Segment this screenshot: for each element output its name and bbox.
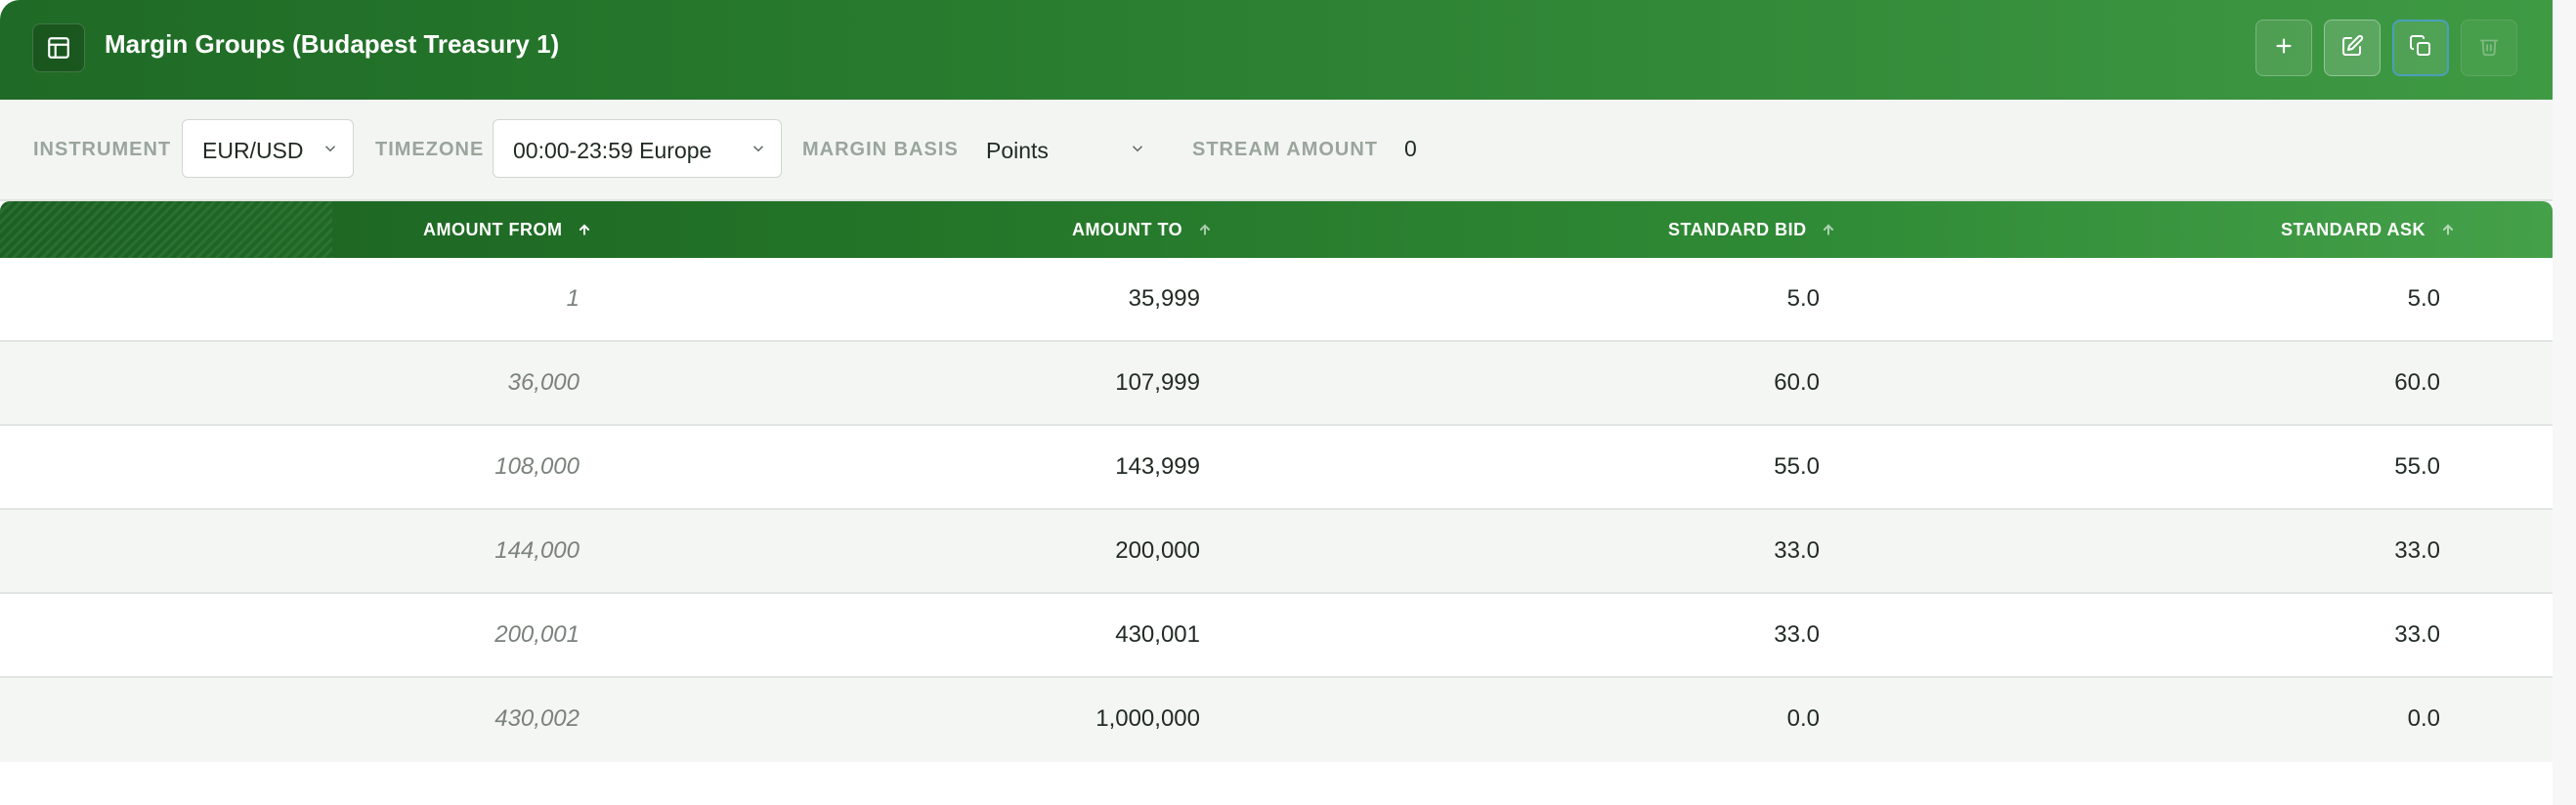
- add-button[interactable]: [2255, 20, 2312, 76]
- plus-icon: [2273, 35, 2295, 62]
- cell-standard-ask: 0.0: [2407, 705, 2440, 732]
- table-row[interactable]: 36,000 107,999 60.0 60.0: [0, 342, 2553, 426]
- cell-standard-ask: 55.0: [2394, 453, 2440, 480]
- header-texture: [0, 201, 332, 258]
- column-header-label: STANDARD ASK: [2281, 220, 2426, 239]
- instrument-select[interactable]: EUR/USD: [182, 119, 354, 178]
- instrument-value: EUR/USD: [202, 138, 304, 163]
- stream-amount-label: STREAM AMOUNT: [1192, 139, 1379, 160]
- table-row[interactable]: 200,001 430,001 33.0 33.0: [0, 594, 2553, 678]
- column-header-amount-from[interactable]: AMOUNT FROM: [423, 220, 591, 241]
- instrument-label: INSTRUMENT: [33, 139, 172, 160]
- timezone-select[interactable]: 00:00-23:59 Europe: [493, 119, 782, 178]
- chevron-down-icon: [322, 140, 339, 162]
- stream-amount-value: 0: [1404, 136, 1417, 161]
- cell-amount-to: 143,999: [1115, 453, 1200, 480]
- copy-icon: [2409, 34, 2432, 63]
- column-header-standard-ask[interactable]: STANDARD ASK: [2281, 220, 2455, 241]
- margin-basis-label: MARGIN BASIS: [802, 139, 959, 160]
- trash-icon: [2478, 35, 2500, 62]
- cell-amount-to: 1,000,000: [1095, 705, 1200, 732]
- table-row[interactable]: 1 35,999 5.0 5.0: [0, 258, 2553, 342]
- cell-standard-ask: 5.0: [2407, 285, 2440, 312]
- duplicate-button[interactable]: [2392, 20, 2449, 76]
- chevron-down-icon: [1129, 140, 1146, 162]
- filter-bar: INSTRUMENT EUR/USD TIMEZONE 00:00-23:59 …: [0, 100, 2553, 201]
- sort-arrow-up-icon: [1198, 221, 1212, 241]
- cell-standard-ask: 33.0: [2394, 537, 2440, 564]
- column-header-label: AMOUNT FROM: [423, 220, 563, 239]
- cell-standard-bid: 5.0: [1786, 285, 1820, 312]
- column-header-label: AMOUNT TO: [1072, 220, 1183, 239]
- panel-title: Margin Groups (Budapest Treasury 1): [105, 29, 560, 59]
- timezone-value: 00:00-23:59 Europe: [513, 138, 712, 163]
- cell-standard-bid: 55.0: [1774, 453, 1820, 480]
- edit-button[interactable]: [2324, 20, 2381, 76]
- column-header-amount-to[interactable]: AMOUNT TO: [1072, 220, 1212, 241]
- cell-amount-to: 107,999: [1115, 369, 1200, 396]
- table-row[interactable]: 144,000 200,000 33.0 33.0: [0, 510, 2553, 594]
- window-gutter: [2553, 0, 2576, 805]
- column-header-standard-bid[interactable]: STANDARD BID: [1668, 220, 1835, 241]
- delete-button[interactable]: [2461, 20, 2517, 76]
- cell-amount-to: 430,001: [1115, 621, 1200, 648]
- cell-amount-from: 108,000: [494, 453, 580, 480]
- margin-basis-select[interactable]: Points: [966, 119, 1161, 178]
- cell-standard-bid: 33.0: [1774, 537, 1820, 564]
- cell-amount-from: 1: [566, 285, 580, 312]
- cell-amount-from: 144,000: [494, 537, 580, 564]
- chevron-down-icon: [750, 140, 767, 162]
- cell-standard-bid: 33.0: [1774, 621, 1820, 648]
- margin-groups-panel: Margin Groups (Budapest Treasury 1) INST…: [0, 0, 2553, 805]
- cell-amount-to: 35,999: [1128, 285, 1200, 312]
- cell-amount-from: 200,001: [494, 621, 580, 648]
- cell-standard-ask: 60.0: [2394, 369, 2440, 396]
- table-row[interactable]: 108,000 143,999 55.0 55.0: [0, 426, 2553, 510]
- column-header-label: STANDARD BID: [1668, 220, 1807, 239]
- sort-arrow-up-icon: [2441, 221, 2455, 241]
- edit-icon: [2340, 34, 2364, 63]
- timezone-label: TIMEZONE: [375, 139, 485, 160]
- cell-standard-bid: 0.0: [1786, 705, 1820, 732]
- sort-arrow-up-icon: [1822, 221, 1835, 241]
- sort-arrow-up-icon: [578, 221, 591, 241]
- cell-standard-ask: 33.0: [2394, 621, 2440, 648]
- cell-amount-from: 36,000: [507, 369, 580, 396]
- panel-header: Margin Groups (Budapest Treasury 1): [0, 0, 2553, 100]
- cell-amount-to: 200,000: [1115, 537, 1200, 564]
- cell-standard-bid: 60.0: [1774, 369, 1820, 396]
- table-header: AMOUNT FROM AMOUNT TO STANDARD BID STAND…: [0, 201, 2553, 258]
- margin-basis-value: Points: [986, 138, 1049, 163]
- table-row[interactable]: 430,002 1,000,000 0.0 0.0: [0, 678, 2553, 762]
- cell-amount-from: 430,002: [494, 705, 580, 732]
- layout-table-icon[interactable]: [32, 23, 85, 72]
